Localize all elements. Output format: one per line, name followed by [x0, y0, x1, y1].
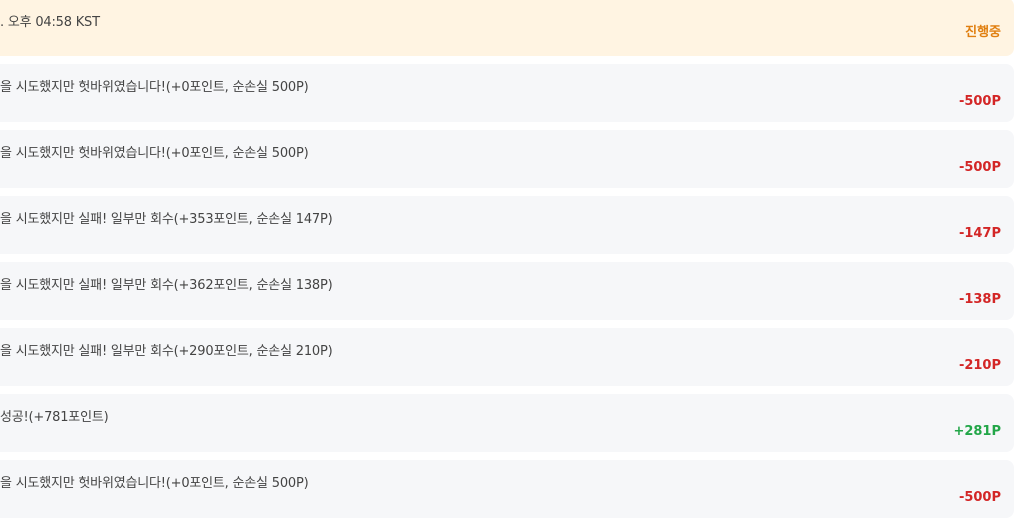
history-row: 을 시도했지만 실패! 일부만 회수(+353포인트, 순손실 147P) -1…	[0, 196, 1014, 254]
history-message: 을 시도했지만 실패! 일부만 회수(+353포인트, 순손실 147P)	[0, 212, 333, 227]
history-row: 을 시도했지만 실패! 일부만 회수(+362포인트, 순손실 138P) -1…	[0, 262, 1014, 320]
point-change: -500P	[958, 160, 1001, 175]
point-change: -138P	[958, 292, 1001, 307]
point-change: -147P	[958, 226, 1001, 241]
current-status-row: . 오후 04:58 KST 진행중	[0, 0, 1014, 56]
history-list: . 오후 04:58 KST 진행중 을 시도했지만 헛바위였습니다!(+0포인…	[0, 0, 1020, 519]
point-change: -500P	[958, 94, 1001, 109]
history-row: 을 시도했지만 헛바위였습니다!(+0포인트, 순손실 500P) -500P	[0, 460, 1014, 518]
point-change: +281P	[953, 424, 1001, 439]
history-message: 성공!(+781포인트)	[0, 410, 109, 425]
timestamp-text: . 오후 04:58 KST	[0, 15, 100, 30]
history-message: 을 시도했지만 헛바위였습니다!(+0포인트, 순손실 500P)	[0, 80, 309, 95]
history-row: 을 시도했지만 실패! 일부만 회수(+290포인트, 순손실 210P) -2…	[0, 328, 1014, 386]
point-change: -500P	[958, 490, 1001, 505]
point-change: -210P	[958, 358, 1001, 373]
history-message: 을 시도했지만 실패! 일부만 회수(+290포인트, 순손실 210P)	[0, 344, 333, 359]
history-message: 을 시도했지만 헛바위였습니다!(+0포인트, 순손실 500P)	[0, 476, 309, 491]
history-row: 성공!(+781포인트) +281P	[0, 394, 1014, 452]
status-label: 진행중	[965, 25, 1001, 40]
history-message: 을 시도했지만 실패! 일부만 회수(+362포인트, 순손실 138P)	[0, 278, 333, 293]
history-message: 을 시도했지만 헛바위였습니다!(+0포인트, 순손실 500P)	[0, 146, 309, 161]
history-row: 을 시도했지만 헛바위였습니다!(+0포인트, 순손실 500P) -500P	[0, 64, 1014, 122]
history-row: 을 시도했지만 헛바위였습니다!(+0포인트, 순손실 500P) -500P	[0, 130, 1014, 188]
